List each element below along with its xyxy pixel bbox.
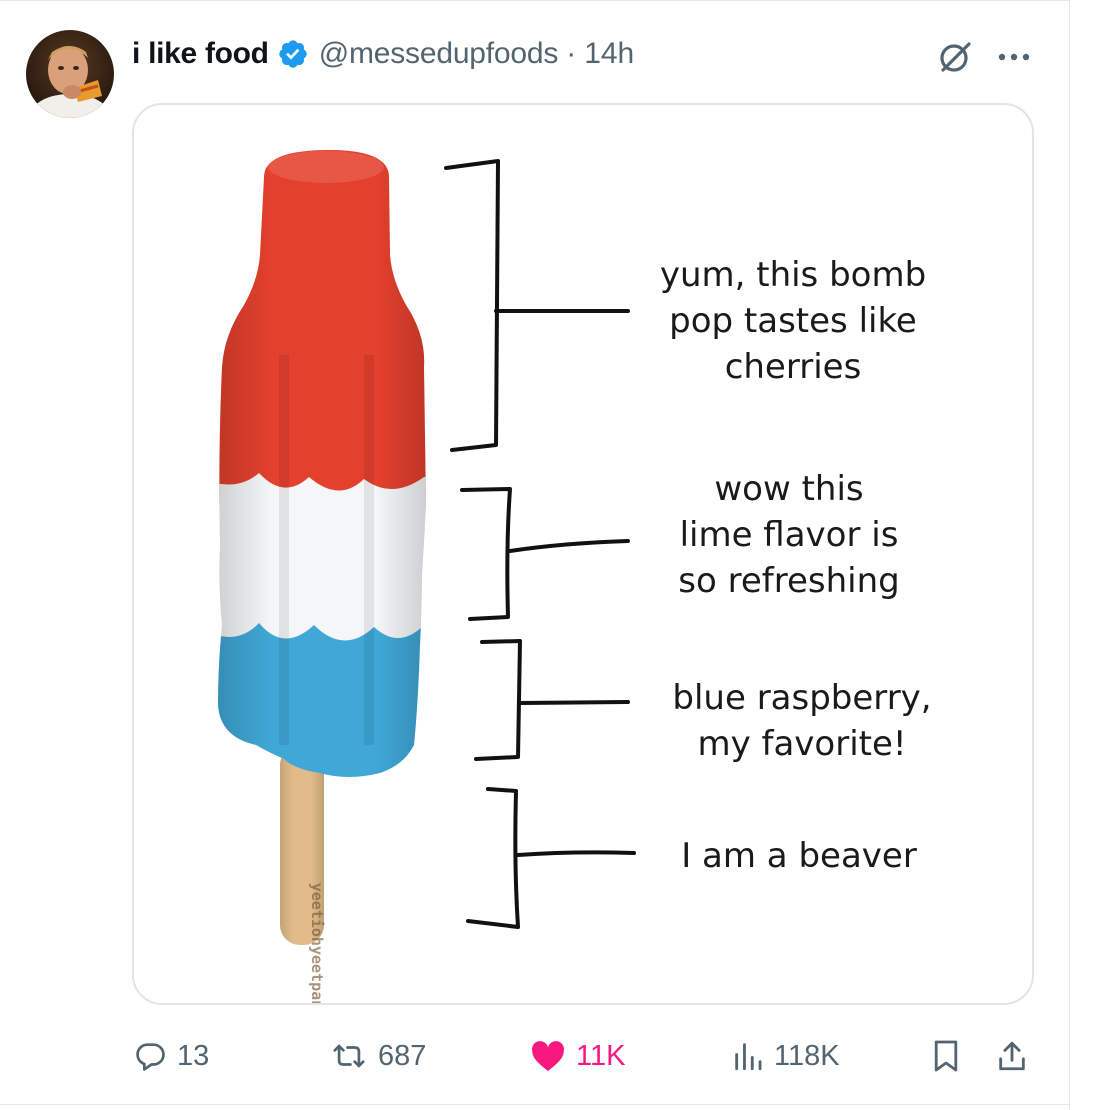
display-name[interactable]: i like food: [132, 37, 269, 71]
caption-blue-raspberry: blue raspberry, my favorite!: [672, 678, 932, 764]
tweet-header: i like food @messedupfoods · 14h: [132, 30, 634, 78]
separator: ·: [566, 37, 577, 70]
grok-icon[interactable]: [934, 36, 976, 78]
action-bar: 13 687 11K 118K: [0, 1030, 1070, 1082]
repost-button[interactable]: 687: [330, 1030, 426, 1082]
watermark: yeetiohyeetpants: [308, 882, 326, 1005]
brackets: [444, 159, 636, 929]
popsicle-body: [218, 150, 426, 777]
views-button[interactable]: 118K: [732, 1030, 840, 1082]
like-button[interactable]: 11K: [530, 1030, 625, 1082]
avatar[interactable]: [26, 30, 114, 118]
repost-count: 687: [378, 1039, 427, 1072]
top-divider: [0, 0, 1070, 1]
views-icon: [735, 1043, 762, 1071]
more-icon[interactable]: [996, 50, 1032, 62]
heart-icon: [532, 1041, 564, 1071]
view-count: 118K: [774, 1039, 840, 1072]
bookmark-icon: [934, 1040, 958, 1072]
repost-icon: [333, 1044, 365, 1068]
caption-lime: wow this lime flavor is so refreshing: [678, 469, 900, 601]
verified-badge-icon[interactable]: [277, 38, 309, 70]
bottom-divider: [0, 1104, 1070, 1105]
timestamp[interactable]: 14h: [584, 37, 634, 71]
user-handle[interactable]: @messedupfoods: [319, 37, 559, 71]
tweet-media-image[interactable]: yeetiohyeetpants yum, this bomb pop taste…: [132, 103, 1034, 1005]
caption-cherry: yum, this bomb pop tastes like cherries: [659, 255, 927, 387]
like-count: 11K: [576, 1039, 626, 1072]
column-border: [1069, 0, 1070, 1110]
share-button[interactable]: [996, 1030, 1038, 1082]
bookmark-button[interactable]: [932, 1030, 970, 1082]
reply-button[interactable]: 13: [133, 1030, 209, 1082]
share-icon: [999, 1041, 1025, 1071]
reply-icon: [136, 1043, 165, 1071]
reply-count: 13: [177, 1039, 210, 1072]
caption-beaver: I am a beaver: [681, 836, 917, 876]
